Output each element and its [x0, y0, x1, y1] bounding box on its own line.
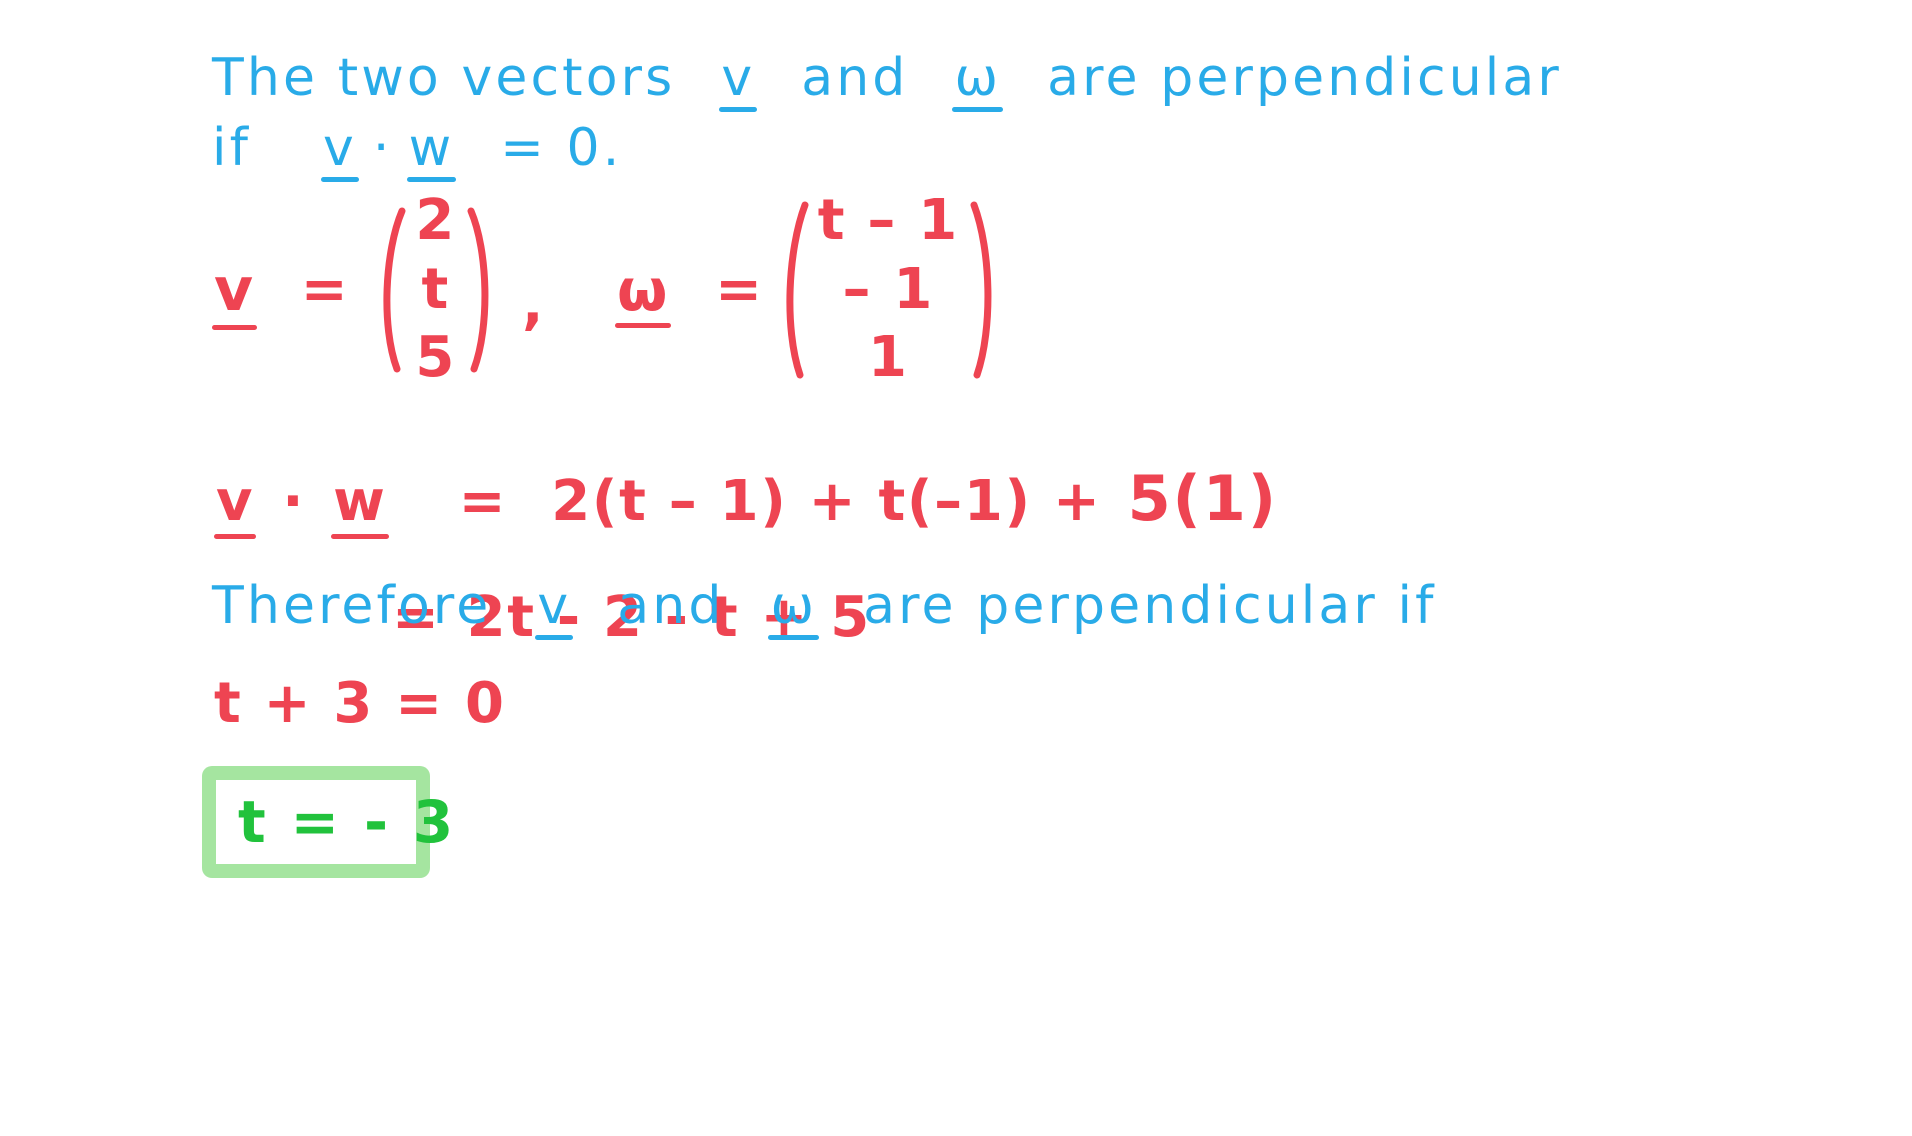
equals-sign: =	[715, 257, 764, 322]
conclusion-text-2: and	[617, 576, 725, 636]
conclusion-text-3: are perpendicular if	[863, 576, 1437, 636]
statement-line-2: if v · w = 0.	[212, 118, 622, 183]
vector-w-symbol: ω	[768, 576, 819, 641]
statement-line-2-text-1: if	[212, 118, 251, 178]
final-answer-text: t = - 3	[238, 788, 456, 856]
handwritten-solution-canvas: The two vectors v and ω are perpendicular if…	[0, 0, 1912, 1136]
answer-highlight-inner: t = - 3	[216, 780, 453, 864]
right-paren-icon	[969, 200, 999, 380]
column-vector-w-components: t – 1 – 1 1	[808, 186, 969, 394]
statement-line-2-text-2: = 0.	[500, 118, 623, 178]
statement-line-1: The two vectors v and ω are perpendicular	[212, 48, 1562, 113]
right-paren-icon	[466, 206, 496, 374]
dot-product-expansion-line: v · w = 2(t – 1) + t(–1) +5(1)	[214, 468, 1278, 539]
vector-w-component-2: – 1	[842, 256, 935, 322]
dot-operator: ·	[372, 118, 393, 178]
vector-definitions-line: v = 2 t 5 , ω = t – 1 – 1 1	[212, 191, 999, 387]
conclusion-text-1: Therefore	[212, 576, 492, 636]
vector-v-symbol: v	[535, 576, 574, 641]
vector-w-symbol: ω	[952, 48, 1003, 113]
left-paren-icon	[375, 206, 406, 374]
left-paren-icon	[778, 200, 809, 380]
vector-w-symbol: w	[331, 469, 390, 539]
statement-line-1-text-1: The two vectors	[212, 48, 676, 108]
final-equation: t + 3 = 0	[214, 671, 506, 736]
conclusion-line: Therefore v and ω are perpendicular if	[212, 576, 1437, 641]
dot-product-rhs-last-term: 5(1)	[1127, 462, 1278, 535]
vector-w-symbol: w	[406, 118, 456, 183]
vector-v-symbol: v	[214, 469, 257, 539]
vector-v-component-1: 2	[415, 187, 457, 253]
column-vector-v-components: 2 t 5	[405, 186, 466, 394]
dot-operator: ·	[282, 469, 306, 534]
vector-v-label: v	[212, 255, 257, 330]
answer-highlight-box: t = - 3	[202, 766, 453, 878]
vector-v-component-2: t	[421, 256, 450, 322]
statement-line-1-text-2: and	[801, 48, 909, 108]
vector-v-symbol: v	[719, 48, 758, 113]
comma-separator: ,	[522, 272, 546, 337]
statement-line-1-text-3: are perpendicular	[1047, 48, 1562, 108]
final-equation-line: t + 3 = 0	[214, 676, 506, 732]
vector-w-component-1: t – 1	[817, 187, 959, 253]
vector-w-label: ω	[615, 256, 672, 329]
vector-v-component-3: 5	[415, 325, 457, 391]
vector-v-symbol: v	[321, 118, 359, 183]
dot-product-rhs: 2(t – 1) + t(–1) +	[551, 469, 1102, 534]
column-vector-v: 2 t 5	[375, 191, 496, 387]
equals-sign: =	[300, 257, 350, 322]
equals-sign: =	[458, 469, 508, 534]
vector-w-component-3: 1	[867, 325, 909, 391]
column-vector-w: t – 1 – 1 1	[778, 191, 999, 387]
